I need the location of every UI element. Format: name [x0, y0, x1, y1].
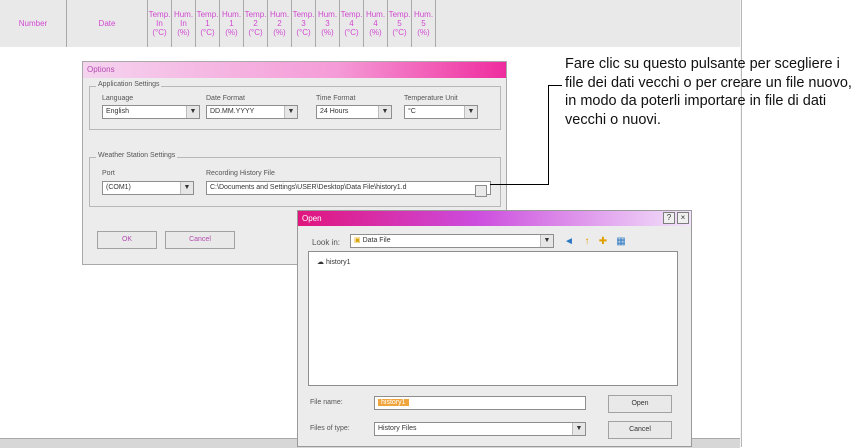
date-format-select[interactable]: DD.MM.YYYY ▼: [206, 105, 298, 119]
callout-leader-line: [548, 85, 562, 86]
up-folder-icon[interactable]: ↑: [580, 236, 594, 248]
ok-button[interactable]: OK: [97, 231, 157, 249]
application-settings-label: Application Settings: [96, 81, 162, 88]
column-header-hum-in[interactable]: Hum. In (%): [172, 0, 196, 47]
open-dialog-title: Open: [302, 214, 322, 223]
cancel-button[interactable]: Cancel: [165, 231, 235, 249]
look-in-select[interactable]: ▣ Data File ▼: [350, 234, 554, 248]
file-icon: ☁: [317, 259, 324, 266]
language-value: English: [106, 108, 129, 115]
chevron-down-icon[interactable]: ▼: [540, 235, 553, 247]
weather-station-settings-label: Weather Station Settings: [96, 152, 178, 159]
file-name-value: history1: [378, 399, 409, 406]
date-format-value: DD.MM.YYYY: [210, 108, 255, 115]
file-name-field[interactable]: history1: [374, 396, 586, 410]
column-header-hum-4[interactable]: Hum. 4 (%): [364, 0, 388, 47]
browse-history-file-button[interactable]: [475, 185, 487, 197]
time-format-select[interactable]: 24 Hours ▼: [316, 105, 392, 119]
chevron-down-icon[interactable]: ▼: [284, 106, 297, 118]
back-icon[interactable]: ◄: [562, 236, 576, 248]
look-in-label: Look in:: [312, 238, 341, 247]
files-of-type-label: Files of type:: [310, 425, 350, 432]
temperature-unit-label: Temperature Unit: [404, 95, 458, 102]
callout-leader-line: [548, 85, 549, 185]
new-folder-icon[interactable]: ✚: [596, 236, 610, 248]
time-format-label: Time Format: [316, 95, 356, 102]
callout-leader-line: [490, 184, 548, 185]
column-header-temp-5[interactable]: Temp. 5 (°C): [388, 0, 412, 47]
data-table-header: Number Date Temp. In (°C) Hum. In (%) Te…: [0, 0, 740, 48]
history-file-value: C:\Documents and Settings\USER\Desktop\D…: [210, 184, 407, 191]
history-file-label: Recording History File: [206, 170, 275, 177]
time-format-value: 24 Hours: [320, 108, 349, 115]
column-header-hum-2[interactable]: Hum. 2 (%): [268, 0, 292, 47]
options-dialog-title: Options: [83, 62, 506, 78]
folder-icon: ▣: [354, 237, 361, 244]
chevron-down-icon[interactable]: ▼: [186, 106, 199, 118]
column-header-temp-3[interactable]: Temp. 3 (°C): [292, 0, 316, 47]
view-menu-icon[interactable]: ▦: [614, 236, 628, 248]
annotation-text: Fare clic su questo pulsante per sceglie…: [565, 56, 852, 128]
language-select[interactable]: English ▼: [102, 105, 200, 119]
column-header-date[interactable]: Date: [67, 0, 148, 47]
files-of-type-select[interactable]: History Files ▼: [374, 422, 586, 436]
date-format-label: Date Format: [206, 95, 245, 102]
column-header-hum-1[interactable]: Hum. 1 (%): [220, 0, 244, 47]
port-value: (COM1): [106, 184, 131, 191]
file-item-name: history1: [325, 259, 351, 266]
chevron-down-icon[interactable]: ▼: [180, 182, 193, 194]
column-header-temp-in[interactable]: Temp. In (°C): [148, 0, 172, 47]
temperature-unit-value: °C: [408, 108, 416, 115]
application-settings-group: Application Settings Language English ▼ …: [89, 81, 501, 130]
file-item[interactable]: ☁ history1: [317, 258, 350, 266]
file-list[interactable]: ☁ history1: [308, 251, 678, 386]
chevron-down-icon[interactable]: ▼: [572, 423, 585, 435]
open-dialog: Open ? × Look in: ▣ Data File ▼ ◄ ↑ ✚ ▦ …: [297, 210, 692, 447]
weather-station-settings-group: Weather Station Settings Port (COM1) ▼ R…: [89, 152, 501, 207]
history-file-field[interactable]: C:\Documents and Settings\USER\Desktop\D…: [206, 181, 491, 195]
chevron-down-icon[interactable]: ▼: [378, 106, 391, 118]
files-of-type-value: History Files: [378, 425, 417, 432]
temperature-unit-select[interactable]: °C ▼: [404, 105, 478, 119]
language-label: Language: [102, 95, 134, 102]
column-header-temp-4[interactable]: Temp. 4 (°C): [340, 0, 364, 47]
help-icon[interactable]: ?: [663, 212, 675, 224]
open-cancel-button[interactable]: Cancel: [608, 421, 672, 439]
open-dialog-titlebar: Open ? ×: [298, 211, 691, 226]
column-header-hum-5[interactable]: Hum. 5 (%): [412, 0, 436, 47]
file-name-label: File name:: [310, 399, 343, 406]
port-label: Port: [102, 170, 115, 177]
column-header-temp-2[interactable]: Temp. 2 (°C): [244, 0, 268, 47]
port-select[interactable]: (COM1) ▼: [102, 181, 194, 195]
column-header-hum-3[interactable]: Hum. 3 (%): [316, 0, 340, 47]
column-header-temp-1[interactable]: Temp. 1 (°C): [196, 0, 220, 47]
look-in-value: Data File: [362, 237, 391, 244]
close-icon[interactable]: ×: [677, 212, 689, 224]
column-header-number[interactable]: Number: [0, 0, 67, 47]
open-button[interactable]: Open: [608, 395, 672, 413]
chevron-down-icon[interactable]: ▼: [464, 106, 477, 118]
